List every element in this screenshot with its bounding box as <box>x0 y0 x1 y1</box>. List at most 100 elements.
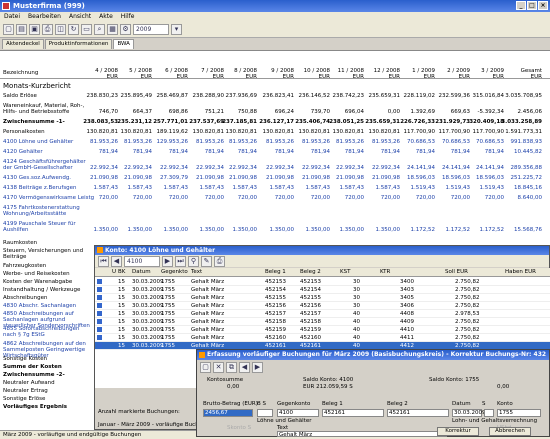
gegenkonto-name: Lohn- und Gehaltsverrechnung <box>452 418 538 424</box>
copy-icon[interactable]: ⧉ <box>226 362 237 373</box>
s-input[interactable] <box>484 409 494 417</box>
report-row-label[interactable]: 4138 Beiträge z.Berufsgen <box>3 185 77 191</box>
abbrechen-button[interactable]: Abbrechen <box>489 427 531 436</box>
report-row-label[interactable]: 4175 Fahrtkostenerstattung Wohnung/Arbei… <box>3 205 95 217</box>
table-row[interactable]: 15 30.03.2009 1755 Gehalt März 452156 452156 3… <box>95 302 550 310</box>
next-icon[interactable]: ▶ <box>252 362 263 373</box>
menu-datei[interactable]: Datei <box>4 13 20 21</box>
search-icon[interactable]: ⌕ <box>94 24 105 35</box>
konto-input[interactable]: 1755 <box>497 409 541 417</box>
grid-column-header[interactable]: BK <box>118 269 125 275</box>
year-select[interactable]: 2009 <box>133 24 169 35</box>
erfassung-toolbar: ▢ ✕ ⧉ ◀ ▶ <box>200 362 263 373</box>
report-row-label: Personalkosten <box>3 129 45 135</box>
report-cell: 1.587,43 <box>375 185 401 191</box>
beleg2-input[interactable]: 452161 <box>387 409 449 417</box>
menu-bearbeiten[interactable]: Bearbeiten <box>28 13 61 21</box>
folder-icon[interactable]: ▭ <box>81 24 92 35</box>
new-icon[interactable]: ▢ <box>3 24 14 35</box>
grid-column-header[interactable]: Text <box>191 269 202 275</box>
brutto-input[interactable]: 2456,67 <box>203 409 253 417</box>
table-cell: Gehalt März <box>191 335 225 341</box>
menu-akte[interactable]: Akte <box>99 13 113 21</box>
delete-icon[interactable]: ✕ <box>213 362 224 373</box>
table-cell: Gehalt März <box>191 319 225 325</box>
table-row[interactable]: 15 30.03.2009 1755 Gehalt März 452154 452154 3… <box>95 286 550 294</box>
tab-bwa[interactable]: BWA <box>113 39 134 49</box>
report-cell: 228.119,02 <box>403 93 436 99</box>
report-row-label[interactable]: 4170 Vermögenswirksame Leistg <box>3 195 94 201</box>
prev-icon[interactable]: ◀ <box>111 255 122 267</box>
print-icon[interactable]: ⎙ <box>214 255 225 267</box>
datum-input[interactable]: 30.03.2009 <box>452 409 486 417</box>
table-row[interactable]: 15 30.03.2009 1755 Gehalt März 452153 452153 3… <box>95 278 550 286</box>
bs-input[interactable] <box>257 409 273 417</box>
open-icon[interactable]: ▤ <box>16 24 27 35</box>
account-input[interactable]: 4100 <box>124 255 160 267</box>
report-cell: 24.141,94 <box>407 165 435 171</box>
gegenkonto-input[interactable]: 4100 <box>277 409 319 417</box>
report-cell: 237.537,69 <box>189 119 224 125</box>
menu-ansicht[interactable]: Ansicht <box>69 13 91 21</box>
report-cell: 720,00 <box>168 195 188 201</box>
report-cell: -5.392,34 <box>477 109 504 115</box>
report-cell: 1.587,43 <box>163 185 189 191</box>
grid-column-header[interactable]: KST <box>340 269 350 275</box>
grid-header: U BK Datum Gegenkto Text Beleg 1 Beleg 2 KST KTR… <box>95 268 550 277</box>
report-cell: 2.456,06 <box>517 109 543 115</box>
grid-column-header[interactable]: Gegenkto <box>161 269 188 275</box>
grid-column-header[interactable]: Soll EUR <box>445 269 468 275</box>
erfassung-window: Erfassung vorläufiger Buchungen für März… <box>196 349 550 438</box>
maximize-icon[interactable]: □ <box>527 1 537 10</box>
grid-column-header[interactable]: U <box>112 269 116 275</box>
column-header-unit: EUR <box>245 74 257 80</box>
report-row-label[interactable]: 4130 Ges.soz.Aufwendg. <box>3 175 71 181</box>
calendar-icon[interactable]: ▦ <box>107 24 118 35</box>
report-row-label[interactable]: 4120 Gehälter <box>3 149 43 155</box>
report-row-label[interactable]: 4100 Löhne und Gehälter <box>3 139 73 145</box>
report-row-label[interactable]: 4830 Abschr. Sachanlagen <box>3 303 76 309</box>
grid-column-header[interactable]: KTR <box>380 269 390 275</box>
preview-icon[interactable]: ◫ <box>55 24 66 35</box>
first-icon[interactable]: ⏮ <box>98 255 109 267</box>
last-icon[interactable]: ⏭ <box>175 255 186 267</box>
filter-icon[interactable]: ⚲ <box>188 255 199 267</box>
new-icon[interactable]: ▢ <box>200 362 211 373</box>
table-row[interactable]: 15 30.03.2009 1755 Gehalt März 452159 452159 4… <box>95 326 550 334</box>
report-cell: 235.895,49 <box>120 93 153 99</box>
next-icon[interactable]: ▶ <box>162 255 173 267</box>
beleg1-input[interactable]: 452161 <box>322 409 384 417</box>
text-input[interactable]: Gehalt März <box>277 431 447 438</box>
print-icon[interactable]: ⎙ <box>42 24 53 35</box>
korrektur-button[interactable]: Korrektur <box>437 427 479 436</box>
chevron-down-icon[interactable]: ▾ <box>171 24 182 35</box>
row-marker-icon <box>97 335 102 340</box>
refresh-icon[interactable]: ↻ <box>68 24 79 35</box>
tab-produktinformationen[interactable]: Produktinformationen <box>44 39 113 49</box>
prev-icon[interactable]: ◀ <box>239 362 250 373</box>
close-icon[interactable]: × <box>538 1 548 10</box>
konto-titlebar: Konto: 4100 Löhne und Gehälter <box>95 246 549 255</box>
report-cell: 189.119,62 <box>156 129 189 135</box>
grid-column-header[interactable]: Beleg 2 <box>300 269 321 275</box>
settings-icon[interactable]: ⚙ <box>120 24 131 35</box>
table-row[interactable]: 15 30.03.2009 1755 Gehalt März 452158 452158 4… <box>95 318 550 326</box>
report-row-label[interactable]: 4199 Pauschale Steuer für Aushilfen <box>3 221 95 233</box>
report-row-label[interactable]: 4855 Sofortabschreibungen nach § 7g EStG <box>3 326 91 338</box>
table-row[interactable]: 15 30.03.2009 1755 Gehalt März 452160 452160 4… <box>95 334 550 342</box>
tab-aktendeckel[interactable]: Aktendeckel <box>2 39 44 49</box>
report-cell: 3.035.708,95 <box>505 93 542 99</box>
report-row-label[interactable]: 4124 Geschäftsführergehälter der GmbH-Ge… <box>3 159 95 171</box>
grid-column-header[interactable]: Datum <box>132 269 151 275</box>
save-icon[interactable]: ▣ <box>29 24 40 35</box>
table-cell: 1755 <box>161 279 175 285</box>
grid-column-header[interactable]: Beleg 1 <box>265 269 286 275</box>
table-row[interactable]: 15 30.03.2009 1755 Gehalt März 452157 452157 4… <box>95 310 550 318</box>
table-row[interactable]: 15 30.03.2009 1755 Gehalt März 452155 452155 3… <box>95 294 550 302</box>
minimize-icon[interactable]: _ <box>516 1 526 10</box>
report-cell: 117.700,90 <box>438 129 471 135</box>
edit-icon[interactable]: ✎ <box>201 255 212 267</box>
table-cell: Gehalt März <box>191 311 225 317</box>
menu-hilfe[interactable]: Hilfe <box>121 13 135 21</box>
grid-column-header[interactable]: Haben EUR <box>505 269 536 275</box>
